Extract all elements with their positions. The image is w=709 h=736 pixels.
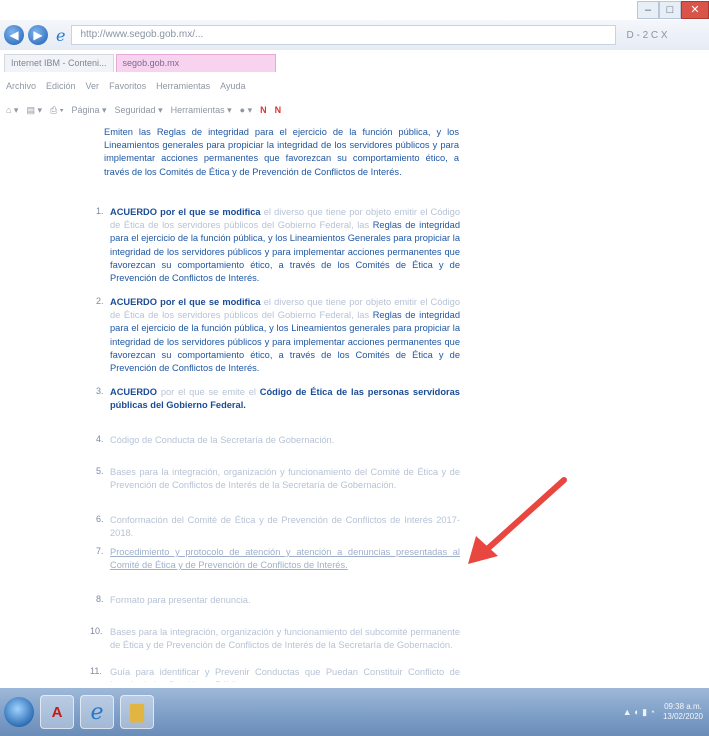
research-icon[interactable]: N — [260, 105, 267, 115]
tray-icons[interactable]: ▲ ◐ ▮ ◔ — [623, 707, 655, 718]
item-link[interactable]: Guía para identificar y Prevenir Conduct… — [110, 667, 460, 682]
item-faint[interactable]: por el que se emite el — [161, 387, 256, 397]
command-bar: ⌂ ▾ ▤ ▾ ⎙ ▾ Página ▾ Seguridad ▾ Herrami… — [6, 100, 281, 120]
page-content: Emiten las Reglas de integridad para el … — [0, 122, 709, 682]
maximize-button[interactable]: □ — [659, 1, 681, 19]
item-lead[interactable]: ACUERDO por el que se modifica — [110, 207, 261, 217]
item-number: 7. — [96, 546, 104, 556]
item-number: 6. — [96, 514, 104, 524]
print-icon[interactable]: ⎙ ▾ — [50, 105, 63, 116]
cmd-herramientas[interactable]: Herramientas ▾ — [171, 105, 232, 116]
ie-logo-icon: e — [56, 25, 66, 45]
item-number: 11. — [90, 666, 102, 676]
item-link[interactable]: Formato para presentar denuncia. — [110, 595, 251, 605]
tab-favorites[interactable]: Internet IBM - Conteni... — [4, 54, 114, 72]
item-number: 5. — [96, 466, 104, 476]
menu-item-herramientas[interactable]: Herramientas — [156, 81, 210, 91]
clock-time: 09:38 a.m. — [664, 702, 702, 711]
cmd-seguridad[interactable]: Seguridad ▾ — [115, 105, 163, 116]
window-controls: – □ ✕ — [637, 0, 709, 20]
item-link[interactable]: Conformación del Comité de Ética y de Pr… — [110, 515, 460, 538]
menu-bar: Archivo Edición Ver Favoritos Herramient… — [6, 76, 245, 96]
cmd-pagina[interactable]: Página ▾ — [71, 105, 106, 116]
item-number: 1. — [96, 206, 104, 216]
list-item: ACUERDO por el que se modifica el divers… — [110, 296, 460, 375]
address-tools[interactable]: D - 2 C X — [626, 30, 667, 41]
item-link[interactable]: Procedimiento y protocolo de atención y … — [110, 547, 460, 570]
red-arrow-annotation — [468, 477, 567, 564]
item-number: 8. — [96, 594, 104, 604]
list-item: Conformación del Comité de Ética y de Pr… — [110, 514, 460, 540]
item-number: 2. — [96, 296, 104, 306]
list-item: Guía para identificar y Prevenir Conduct… — [110, 666, 460, 682]
item-number: 10. — [90, 626, 103, 636]
clock-date: 13/02/2020 — [662, 712, 703, 721]
clock[interactable]: 09:38 a.m. 13/02/2020 — [663, 702, 703, 722]
item-link[interactable]: Código de Conducta de la Secretaría de G… — [110, 435, 334, 445]
item-number: 4. — [96, 434, 104, 444]
translate-icon[interactable]: N — [275, 105, 282, 115]
folder-icon[interactable]: ▇ — [120, 695, 154, 729]
list-item: ACUERDO por el que se emite el Código de… — [110, 386, 460, 412]
item-link[interactable]: Bases para la integración, organización … — [110, 467, 460, 490]
list-item-highlighted: Procedimiento y protocolo de atención y … — [110, 546, 460, 572]
address-row: ◀ ▶ e http://www.segob.gob.mx/... D - 2 … — [0, 20, 709, 50]
taskbar: A e ▇ ▲ ◐ ▮ ◔ 09:38 a.m. 13/02/2020 — [0, 688, 709, 736]
intro-paragraph: Emiten las Reglas de integridad para el … — [104, 126, 459, 179]
item-number: 3. — [96, 386, 104, 396]
list-item: Bases para la integración, organización … — [110, 466, 460, 492]
forward-button[interactable]: ▶ — [28, 25, 48, 45]
item-lead[interactable]: ACUERDO por el que se modifica — [110, 297, 261, 307]
tab-segob[interactable]: segob.gob.mx — [115, 54, 276, 72]
close-button[interactable]: ✕ — [681, 1, 709, 19]
start-button[interactable] — [4, 697, 34, 727]
feeds-icon[interactable]: ▤ ▾ — [26, 105, 42, 116]
list-item: Código de Conducta de la Secretaría de G… — [110, 434, 460, 447]
system-tray: ▲ ◐ ▮ ◔ 09:38 a.m. 13/02/2020 — [623, 702, 703, 722]
back-button[interactable]: ◀ — [4, 25, 24, 45]
tab-bar: Internet IBM - Conteni... segob.gob.mx — [0, 52, 709, 72]
menu-item-favoritos[interactable]: Favoritos — [109, 81, 146, 91]
internet-explorer-icon[interactable]: e — [80, 695, 114, 729]
minimize-button[interactable]: – — [637, 1, 659, 19]
item-lead[interactable]: ACUERDO — [110, 387, 157, 397]
help-icon[interactable]: ● ▾ — [240, 105, 252, 116]
list-item: Bases para la integración, organización … — [110, 626, 460, 652]
intro-text[interactable]: Emiten las Reglas de integridad para el … — [104, 127, 459, 177]
list-item: ACUERDO por el que se modifica el divers… — [110, 206, 460, 285]
acrobat-icon[interactable]: A — [40, 695, 74, 729]
address-input[interactable]: http://www.segob.gob.mx/... — [71, 25, 617, 45]
item-link[interactable]: Bases para la integración, organización … — [110, 627, 460, 650]
menu-item-ver[interactable]: Ver — [86, 81, 100, 91]
list-item: Formato para presentar denuncia. — [110, 594, 460, 607]
menu-item-archivo[interactable]: Archivo — [6, 81, 36, 91]
menu-item-ayuda[interactable]: Ayuda — [220, 81, 245, 91]
home-icon[interactable]: ⌂ ▾ — [6, 105, 18, 116]
menu-item-edicion[interactable]: Edición — [46, 81, 76, 91]
